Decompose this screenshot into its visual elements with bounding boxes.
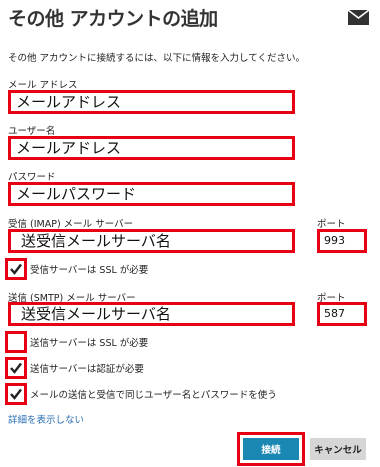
checkmark-icon [10, 362, 22, 374]
password-field[interactable]: メールパスワード [8, 182, 295, 206]
incoming-server-field[interactable]: 送受信メールサーバ名 [8, 229, 295, 253]
incoming-server-label: 受信 (IMAP) メール サーバー [8, 219, 134, 230]
incoming-port-field[interactable]: 993 [317, 229, 367, 253]
outgoing-ssl-checkbox[interactable] [5, 331, 27, 353]
outgoing-port-field[interactable]: 587 [317, 302, 367, 326]
incoming-port-label: ポート [317, 219, 346, 230]
intro-text: その他 アカウントに接続するには、以下に情報を入力してください。 [8, 53, 305, 64]
checkmark-icon [10, 388, 22, 400]
outgoing-server-field[interactable]: 送受信メールサーバ名 [8, 302, 295, 326]
incoming-ssl-label: 受信サーバーは SSL が必要 [30, 265, 149, 276]
outgoing-ssl-option[interactable]: 送信サーバーは SSL が必要 [5, 331, 148, 353]
checkmark-icon [10, 263, 22, 275]
same-credentials-checkbox[interactable] [5, 383, 27, 405]
connect-button[interactable]: 接続 [243, 438, 299, 460]
same-credentials-option[interactable]: メールの送信と受信で同じユーザー名とパスワードを使う [5, 383, 277, 405]
envelope-icon [348, 10, 369, 25]
incoming-ssl-checkbox[interactable] [5, 258, 27, 280]
password-label: パスワード [8, 172, 56, 183]
outgoing-ssl-label: 送信サーバーは SSL が必要 [30, 338, 149, 349]
page-title: その他 アカウントの追加 [8, 8, 218, 30]
email-label: メール アドレス [8, 80, 78, 91]
cancel-button[interactable]: キャンセル [310, 438, 366, 460]
incoming-ssl-option[interactable]: 受信サーバーは SSL が必要 [5, 258, 148, 280]
outgoing-auth-label: 送信サーバーは認証が必要 [30, 364, 144, 375]
username-field[interactable]: メールアドレス [8, 136, 295, 160]
outgoing-auth-checkbox[interactable] [5, 357, 27, 379]
email-field[interactable]: メールアドレス [8, 90, 295, 114]
username-label: ユーザー名 [8, 126, 56, 137]
hide-details-link[interactable]: 詳細を表示しない [8, 412, 84, 426]
same-credentials-label: メールの送信と受信で同じユーザー名とパスワードを使う [30, 390, 277, 401]
outgoing-auth-option[interactable]: 送信サーバーは認証が必要 [5, 357, 144, 379]
